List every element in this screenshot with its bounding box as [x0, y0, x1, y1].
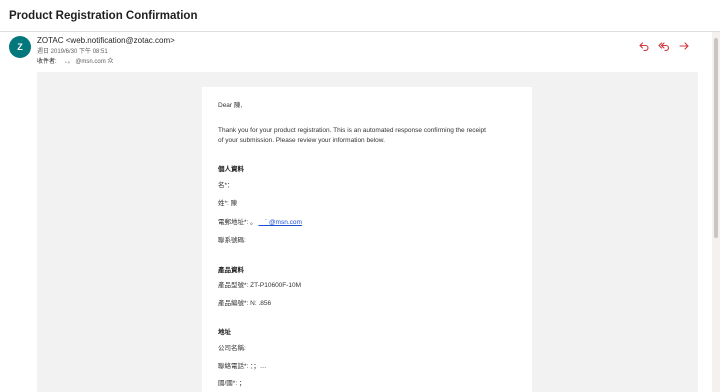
- field-country: 國/國*: ；: [218, 380, 246, 387]
- section-address-heading: 地址: [218, 329, 231, 336]
- field-contact-phone: 聯絡電話*: ：；…: [218, 363, 267, 370]
- field-first-name: 名*：: [218, 182, 234, 189]
- forward-icon[interactable]: [678, 40, 690, 52]
- email-subject: Product Registration Confirmation: [9, 10, 198, 22]
- reply-icon[interactable]: [638, 40, 650, 52]
- sender-avatar[interactable]: Z: [9, 36, 31, 58]
- field-email-label: 電郵地址*: 。: [218, 219, 257, 226]
- recipients: 收件者: 、。 @msn.com 众: [37, 56, 113, 65]
- section-personal-heading: 個人資料: [218, 166, 244, 173]
- section-product-heading: 產品資料: [218, 267, 244, 274]
- scrollbar-thumb[interactable]: [714, 38, 718, 238]
- field-product-model: 產品型號*: ZT-P10600F-10M: [218, 282, 302, 289]
- sender-from[interactable]: ZOTAC <web.notification@zotac.com>: [37, 36, 175, 45]
- intro-line-1: Thank you for your product registration.…: [218, 127, 486, 134]
- field-serial-number: 產品編號*: N: .856: [218, 300, 272, 307]
- title-bar: Product Registration Confirmation: [0, 0, 720, 32]
- greeting: Dear 陳,: [218, 102, 243, 109]
- reply-all-icon[interactable]: [658, 40, 670, 52]
- field-surname: 姓*: 陳: [218, 200, 238, 207]
- sent-date: 週日 2019/6/30 下午 08:51: [37, 49, 108, 55]
- email-link[interactable]: ` @msn.com: [258, 219, 302, 226]
- recipients-value[interactable]: 、。 @msn.com 众: [65, 59, 114, 65]
- field-phone: 聯系號碼:: [218, 237, 246, 244]
- field-email: 電郵地址*: 。 ` @msn.com: [218, 219, 302, 228]
- field-company: 公司名稱:: [218, 345, 246, 352]
- message-actions: [638, 40, 690, 52]
- intro-line-2: of your submission. Please review your i…: [218, 137, 385, 144]
- recipients-label: 收件者:: [37, 59, 57, 65]
